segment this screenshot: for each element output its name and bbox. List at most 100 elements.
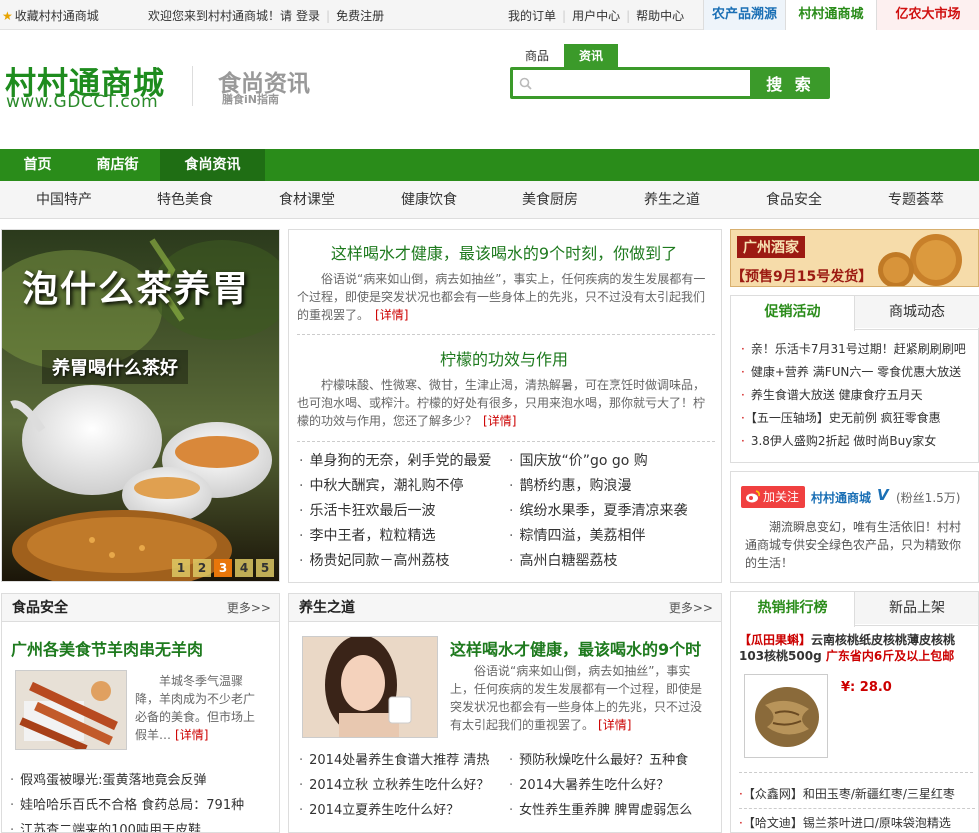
category-featured-food[interactable]: 特色美食 bbox=[124, 181, 246, 219]
category-food-safety[interactable]: 食品安全 bbox=[733, 181, 855, 219]
list-item[interactable]: · 单身狗的无奈，剁手党的最爱 bbox=[299, 449, 504, 474]
article-summary: 俗语说“病来如山倒，病去如抽丝”，事实上，任何疾病的发生发展都有一个过程，即使是… bbox=[297, 272, 706, 322]
weibo-panel: 加关注 村村通商城 V (粉丝1.5万) 潮流瞬息变幻，唯有生活依旧！村村通商城… bbox=[730, 471, 979, 583]
list-item[interactable]: · 2014大暑养生吃什么好？ bbox=[509, 773, 714, 798]
health-section: 养生之道 更多>> 这样喝水才健康，最该喝水的9个时 俗语说“病来如山倒，病去如… bbox=[288, 593, 722, 833]
list-item[interactable]: · 2014处暑养生食谱大推荐 清热 bbox=[299, 748, 504, 773]
headline-summary: 羊城冬季气温骤降，羊肉成为不少老广必备的美食。但市场上假羊… [详情] bbox=[135, 674, 256, 742]
list-item[interactable]: · 2014立夏养生吃什么好？ bbox=[299, 798, 504, 823]
search-tab-goods[interactable]: 商品 bbox=[510, 44, 564, 68]
user-center-link[interactable]: 用户中心 bbox=[572, 9, 620, 23]
tab-mall[interactable]: 村村通商城 bbox=[785, 0, 877, 30]
list-item[interactable]: · 中秋大酬宾，潮礼购不停 bbox=[299, 474, 504, 499]
lamb-skewer-image bbox=[16, 671, 126, 749]
category-wellness[interactable]: 养生之道 bbox=[611, 181, 733, 219]
list-item[interactable]: · 粽情四溢，美荔相伴 bbox=[509, 524, 714, 549]
nav-home[interactable]: 首页 bbox=[0, 149, 75, 181]
list-item[interactable]: · 健康+营养 满FUN六一 零食优惠大放送 bbox=[741, 361, 976, 384]
divider bbox=[739, 772, 973, 773]
health-list-left: · 2014处暑养生食谱大推荐 清热 · 2014立秋 立秋养生吃什么好？ · 201… bbox=[299, 748, 504, 823]
tab-market[interactable]: 亿农大市场 bbox=[877, 0, 979, 30]
favorite-link[interactable]: ★ 收藏村村通商城 bbox=[2, 7, 99, 24]
nav-food-news[interactable]: 食尚资讯 bbox=[160, 149, 265, 181]
list-item[interactable]: · 娃哈哈乐百氏不合格 食药总局：791种 bbox=[10, 793, 272, 818]
headline[interactable]: 这样喝水才健康，最该喝水的9个时 bbox=[450, 636, 712, 660]
list-item[interactable]: · 亲！乐活卡7月31号过期！赶紧刷刷刷吧 bbox=[741, 338, 976, 361]
weibo-icon bbox=[746, 490, 760, 503]
list-item[interactable]: · 女性养生重养脾 脾胃虚弱怎么 bbox=[509, 798, 714, 823]
banner-page-active[interactable]: 3 bbox=[214, 559, 232, 577]
ranking-panel: 热销排行榜 新品上架 【瓜田果蝌】云南核桃纸皮核桃薄皮核桃103核桃500g 广… bbox=[730, 591, 979, 833]
search-tab-news[interactable]: 资讯 bbox=[564, 44, 618, 68]
product-tag: 【瓜田果蝌】 bbox=[739, 633, 812, 647]
search-icon bbox=[519, 77, 532, 90]
category-healthy-diet[interactable]: 健康饮食 bbox=[368, 181, 490, 219]
tab-mall-news[interactable]: 商城动态 bbox=[855, 296, 979, 328]
banner-page[interactable]: 5 bbox=[256, 559, 274, 577]
banner-carousel[interactable]: 泡什么茶养胃 养胃喝什么茶好 12345 bbox=[1, 229, 280, 582]
list-item[interactable]: · 国庆放“价”go go 购 bbox=[509, 449, 714, 474]
star-icon: ★ bbox=[2, 9, 13, 23]
detail-link[interactable]: [详情] bbox=[598, 718, 631, 732]
list-item[interactable]: · 乐活卡狂欢最后一波 bbox=[299, 499, 504, 524]
news-list-left: · 单身狗的无奈，剁手党的最爱 · 中秋大酬宾，潮礼购不停 · 乐活卡狂欢最后一波 ·… bbox=[299, 449, 504, 574]
list-item[interactable]: · 李中王者，粒粒精选 bbox=[299, 524, 504, 549]
login-link[interactable]: 登录 bbox=[296, 9, 320, 23]
tab-hot-sales[interactable]: 热销排行榜 bbox=[731, 592, 855, 627]
product-title[interactable]: 【瓜田果蝌】云南核桃纸皮核桃薄皮核桃103核桃500g 广东省内6斤及以上包邮 bbox=[739, 632, 973, 664]
banner-page[interactable]: 2 bbox=[193, 559, 211, 577]
category-kitchen[interactable]: 美食厨房 bbox=[489, 181, 611, 219]
list-item[interactable]: · 养生食谱大放送 健康食疗五月天 bbox=[741, 384, 976, 407]
list-item[interactable]: · 杨贵妃同款－高州荔枝 bbox=[299, 549, 504, 574]
list-item[interactable]: · 高州白糖罂荔枝 bbox=[509, 549, 714, 574]
category-ingredients[interactable]: 食材课堂 bbox=[246, 181, 368, 219]
walnut-image bbox=[745, 675, 827, 757]
article-title[interactable]: 这样喝水才健康，最该喝水的9个时刻，你做到了 bbox=[297, 240, 711, 264]
list-item[interactable]: · 【哈文迪】锡兰茶叶进口/原味袋泡精选 bbox=[739, 809, 975, 832]
headline[interactable]: 广州各美食节羊肉串无羊肉 bbox=[11, 636, 203, 660]
fans-count: (粉丝1.5万) bbox=[896, 491, 961, 505]
list-item[interactable]: · 3.8伊人盛购2折起 做时尚Buy家女 bbox=[741, 430, 976, 453]
tab-traceability[interactable]: 农产品溯源 bbox=[703, 0, 785, 30]
search-input[interactable] bbox=[513, 70, 750, 96]
help-center-link[interactable]: 帮助中心 bbox=[636, 9, 684, 23]
article-title[interactable]: 柠檬的功效与作用 bbox=[297, 346, 711, 370]
banner-page[interactable]: 4 bbox=[235, 559, 253, 577]
category-specialty[interactable]: 中国特产 bbox=[3, 181, 125, 219]
more-link[interactable]: 更多>> bbox=[669, 594, 713, 622]
banner-page[interactable]: 1 bbox=[172, 559, 190, 577]
search-button[interactable]: 搜 索 bbox=[754, 70, 827, 96]
list-item[interactable]: · 【五一压轴场】史无前例 疯狂零食惠 bbox=[741, 407, 976, 430]
detail-link[interactable]: [详情] bbox=[175, 728, 208, 742]
list-item[interactable]: · 【众鑫网】和田玉枣/新疆红枣/三星红枣 bbox=[739, 780, 975, 808]
headline-summary: 俗语说“病来如山倒，病去如抽丝”，事实上，任何疾病的发生发展都有一个过程，即使是… bbox=[450, 664, 703, 732]
product-image[interactable] bbox=[744, 674, 828, 758]
divider bbox=[297, 441, 715, 442]
list-item[interactable]: · 缤纷水果季，夏季清凉来袭 bbox=[509, 499, 714, 524]
tab-new-arrivals[interactable]: 新品上架 bbox=[855, 592, 978, 624]
list-item[interactable]: · 假鸡蛋被曝光:蛋黄落地竟会反弹 bbox=[10, 768, 272, 793]
mooncake-ad[interactable]: 广州酒家 【预售9月15号发货】 bbox=[730, 229, 979, 287]
woman-drinking-image bbox=[303, 637, 437, 737]
article-detail-link[interactable]: [详情] bbox=[483, 414, 516, 428]
more-link[interactable]: 更多>> bbox=[227, 594, 271, 622]
banner-title: 泡什么茶养胃 bbox=[22, 269, 251, 310]
tab-promotions[interactable]: 促销活动 bbox=[731, 296, 855, 331]
follow-button[interactable]: 加关注 bbox=[741, 486, 806, 508]
ad-shop-name: 广州酒家 bbox=[737, 236, 805, 258]
list-item[interactable]: · 预防秋燥吃什么最好？五种食 bbox=[509, 748, 714, 773]
thumbnail[interactable] bbox=[15, 670, 127, 750]
list-item[interactable]: · 2014立秋 立秋养生吃什么好？ bbox=[299, 773, 504, 798]
nav-shop-street[interactable]: 商店街 bbox=[75, 149, 160, 181]
thumbnail[interactable] bbox=[302, 636, 438, 738]
main-nav: 首页 商店街 食尚资讯 bbox=[0, 149, 979, 181]
list-item[interactable]: · 江苏查二端来的100吨用于皮鞋 bbox=[10, 818, 272, 832]
section-title: 养生之道 bbox=[299, 600, 355, 616]
banner-pagination: 12345 bbox=[172, 559, 277, 577]
my-orders-link[interactable]: 我的订单 bbox=[508, 9, 556, 23]
article-detail-link[interactable]: [详情] bbox=[375, 308, 408, 322]
register-link[interactable]: 免费注册 bbox=[336, 9, 384, 23]
category-topics[interactable]: 专题荟萃 bbox=[855, 181, 977, 219]
weibo-account-name[interactable]: 村村通商城 bbox=[811, 489, 871, 506]
list-item[interactable]: · 鹊桥约惠，购浪漫 bbox=[509, 474, 714, 499]
